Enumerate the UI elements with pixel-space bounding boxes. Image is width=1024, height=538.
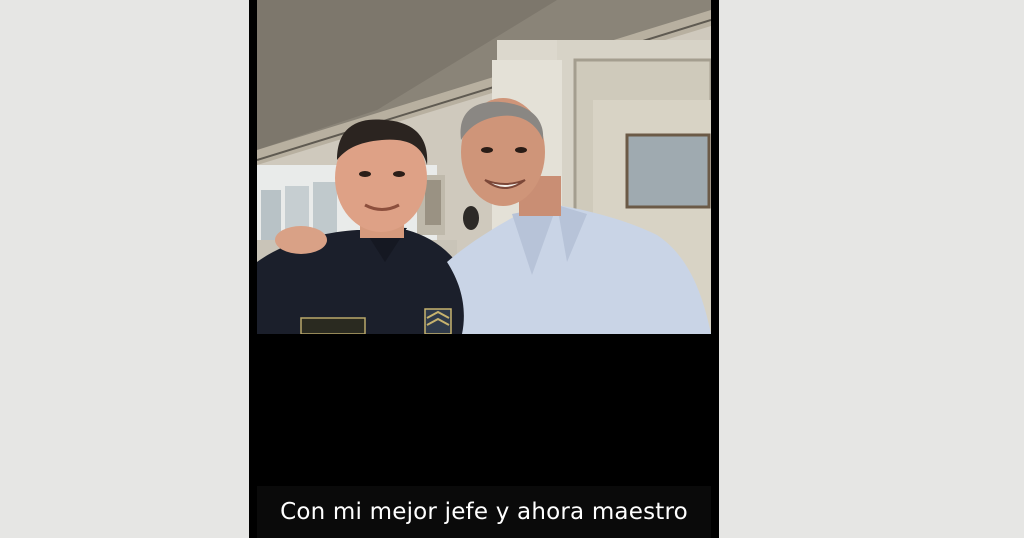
story-card: Con mi mejor jefe y ahora maestro xyxy=(249,0,719,538)
blank-area xyxy=(257,334,711,486)
right-background xyxy=(719,0,1024,538)
selfie-photo xyxy=(257,0,711,334)
caption-bar: Con mi mejor jefe y ahora maestro xyxy=(257,486,711,538)
story-caption: Con mi mejor jefe y ahora maestro xyxy=(280,499,688,525)
left-background xyxy=(0,0,249,538)
